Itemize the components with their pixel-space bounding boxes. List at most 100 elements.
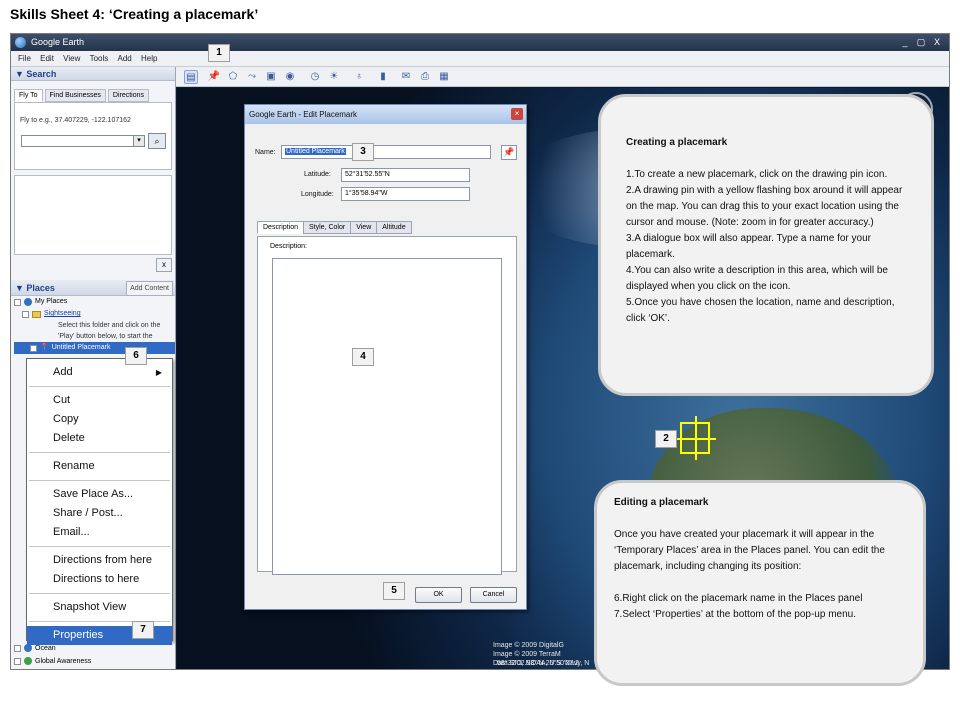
creating-placemark-callout: Creating a placemark 1.To create a new p… [598,94,934,396]
sunlight-icon[interactable]: ☀ [327,70,341,84]
sidebar-toggle-icon[interactable]: ▤ [184,70,198,84]
checkbox-icon[interactable] [14,298,21,306]
layer-ocean-label: Ocean [35,644,56,652]
minimize-button[interactable]: _ [899,36,911,48]
tab-fly-to[interactable]: Fly To [14,89,43,102]
window-title: Google Earth [31,37,85,47]
google-earth-logo-icon [15,37,26,48]
latitude-field[interactable]: 52°31'52.55"N [341,168,470,182]
menu-file[interactable]: File [18,54,31,63]
dialog-title: Google Earth - Edit Placemark [245,105,526,124]
close-button[interactable]: X [931,36,943,48]
tab-directions[interactable]: Directions [107,89,150,102]
ruler-icon[interactable]: ▮ [376,70,390,84]
callout-spacer [614,575,905,591]
callout-step: 4.You can also write a description in th… [626,265,888,292]
places-panel-header[interactable]: ▼ Places Add Content [11,280,175,296]
globe-icon [24,298,32,306]
search-panel-header[interactable]: ▼ Search [11,67,175,81]
tab-find-businesses[interactable]: Find Businesses [44,89,106,102]
tab-style-color[interactable]: Style, Color [303,221,352,234]
step-number-1: 1 [208,44,230,62]
menu-item-email[interactable]: Email... [27,523,172,542]
fly-to-input[interactable] [21,135,139,147]
checkbox-icon[interactable] [14,644,21,652]
checkbox-icon[interactable] [30,344,37,352]
window-titlebar: Google Earth _ ▢ X [11,34,949,51]
menu-add[interactable]: Add [118,54,132,63]
layer-global-awareness-label: Global Awareness [35,657,92,665]
my-places-label: My Places [35,298,68,305]
search-icon[interactable]: ⌕ [148,133,166,149]
print-icon[interactable]: ⎙ [418,70,432,84]
menu-item-copy[interactable]: Copy [27,410,172,429]
editing-placemark-callout: Editing a placemark Once you have create… [594,480,926,686]
fly-to-dropdown-icon[interactable]: ▾ [133,135,145,147]
sightseeing-hint-2: 'Play' button below, to start the [58,333,153,340]
menu-help[interactable]: Help [141,54,157,63]
global-awareness-icon [24,657,32,665]
sightseeing-link[interactable]: Sightseeing [44,308,81,320]
view-in-maps-icon[interactable]: ▦ [437,70,451,84]
email-icon[interactable]: ✉ [399,70,413,84]
add-content-button[interactable]: Add Content [126,281,173,296]
menu-item-save-place-as[interactable]: Save Place As... [27,485,172,504]
planets-icon[interactable]: ♁ [352,70,366,84]
menu-item-rename[interactable]: Rename [27,457,172,476]
name-field[interactable]: Untitled Placemark [281,145,491,159]
menu-item-snapshot-view[interactable]: Snapshot View [27,598,172,617]
checkbox-icon[interactable] [14,657,21,665]
menu-item-directions-from[interactable]: Directions from here [27,551,172,570]
description-textarea[interactable] [272,258,502,575]
folder-icon [32,310,41,318]
longitude-label: Longitude: [301,191,334,198]
callout-intro: Once you have created your placemark it … [614,529,885,572]
tree-row-untitled-placemark[interactable]: 📍 Untitled Placemark [14,342,175,354]
checkbox-icon[interactable] [22,310,29,318]
layer-row-global-awareness[interactable]: Global Awareness [14,657,91,665]
clear-results-button[interactable]: x [156,258,172,272]
latitude-label: Latitude: [304,171,331,178]
menu-tools[interactable]: Tools [90,54,109,63]
menu-separator [29,480,170,481]
tree-row-my-places[interactable]: My Places [14,296,175,308]
placemark-style-pin-icon[interactable]: 📌 [501,145,517,160]
add-placemark-icon[interactable]: 📌 [207,70,221,84]
maximize-button[interactable]: ▢ [915,36,927,48]
sightseeing-hint-1: Select this folder and click on the [58,322,161,329]
callout-step: 3.A dialogue box will also appear. Type … [626,233,871,260]
cancel-button[interactable]: Cancel [470,587,517,603]
menu-item-directions-to[interactable]: Directions to here [27,570,172,589]
fly-to-hint: Fly to e.g., 37.407229, -122.107162 [20,117,131,124]
edit-placemark-dialog: Google Earth - Edit Placemark × Name: Un… [244,104,527,610]
menu-edit[interactable]: Edit [40,54,54,63]
add-path-icon[interactable]: ⤳ [245,70,259,84]
menu-item-share-post[interactable]: Share / Post... [27,504,172,523]
historical-imagery-icon[interactable]: ◷ [308,70,322,84]
layer-row-ocean[interactable]: Ocean [14,644,56,652]
image-overlay-icon[interactable]: ▣ [264,70,278,84]
toolbar: ▤ 📌 ⬠ ⤳ ▣ ◉ ◷ ☀ ♁ ▮ ✉ ⎙ ▦ [176,67,949,87]
tab-altitude[interactable]: Altitude [376,221,412,234]
callout-step: 1.To create a new placemark, click on th… [626,169,888,180]
sheet-title: Skills Sheet 4: ‘Creating a placemark’ [10,6,259,22]
record-tour-icon[interactable]: ◉ [283,70,297,84]
description-label: Description: [270,243,307,250]
menu-separator [29,593,170,594]
menu-item-delete[interactable]: Delete [27,429,172,448]
tab-view[interactable]: View [350,221,378,234]
ok-button[interactable]: OK [415,587,462,603]
tab-description[interactable]: Description [257,221,305,234]
dialog-close-icon[interactable]: × [511,108,523,120]
add-polygon-icon[interactable]: ⬠ [226,70,240,84]
step-number-3: 3 [352,143,374,161]
placemark-pin-highlight[interactable] [674,416,716,460]
coordinate-readout: 58°32'02.93" N 26°50'27.2 [497,660,579,667]
longitude-field[interactable]: 1°35'58.94"W [341,187,470,201]
menu-item-cut[interactable]: Cut [27,391,172,410]
tree-row-sightseeing[interactable]: Sightseeing [14,308,175,320]
callout-step: 6.Right click on the placemark name in t… [614,593,863,604]
description-pane: Description: [257,236,517,575]
menu-view[interactable]: View [63,54,80,63]
menu-item-add[interactable]: Add ▶ [27,363,172,382]
